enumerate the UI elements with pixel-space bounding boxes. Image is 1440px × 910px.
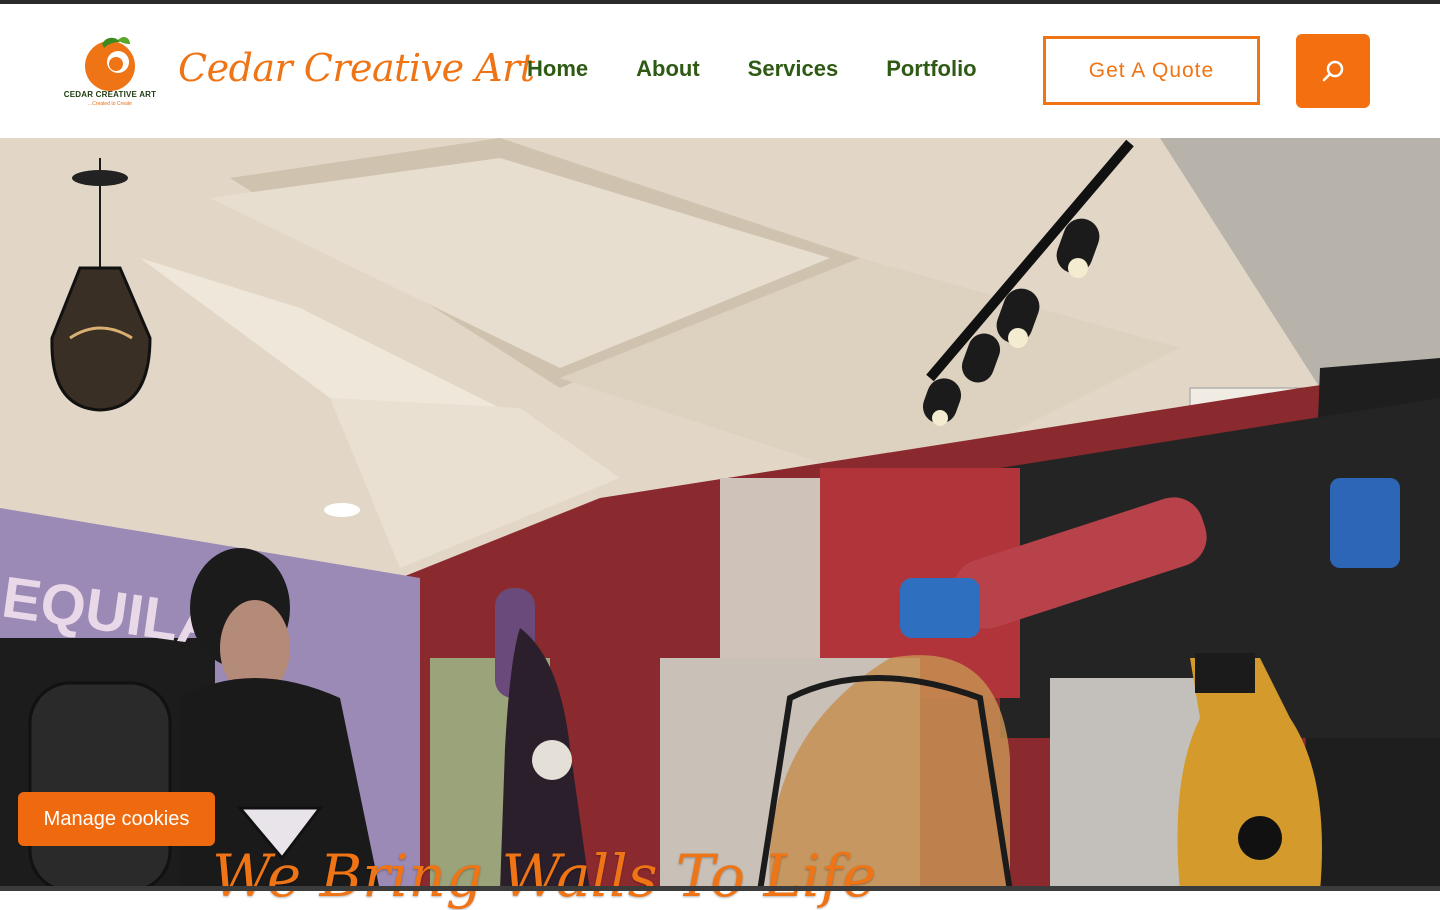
hero-headline: We Bring Walls To Life <box>212 842 877 910</box>
hero-section: EQUILA <box>0 138 1440 891</box>
hero-image: EQUILA <box>0 138 1440 891</box>
manage-cookies-button[interactable]: Manage cookies <box>18 792 215 846</box>
nav-item-services[interactable]: Services <box>748 56 839 82</box>
nav-item-portfolio[interactable]: Portfolio <box>886 56 976 82</box>
main-nav: Home About Services Portfolio <box>527 56 1025 82</box>
search-icon <box>1322 60 1344 82</box>
search-button[interactable] <box>1296 34 1370 108</box>
nav-item-home[interactable]: Home <box>527 56 588 82</box>
bottom-border <box>0 886 1440 891</box>
get-quote-button[interactable]: Get A Quote <box>1043 36 1260 105</box>
logo-caption: CEDAR CREATIVE ART <box>63 90 157 99</box>
site-title[interactable]: Cedar Creative Art <box>178 46 535 90</box>
site-header: CEDAR CREATIVE ART ...Created to Create … <box>0 4 1440 138</box>
nav-item-about[interactable]: About <box>636 56 700 82</box>
logo-tagline: ...Created to Create <box>88 101 132 107</box>
